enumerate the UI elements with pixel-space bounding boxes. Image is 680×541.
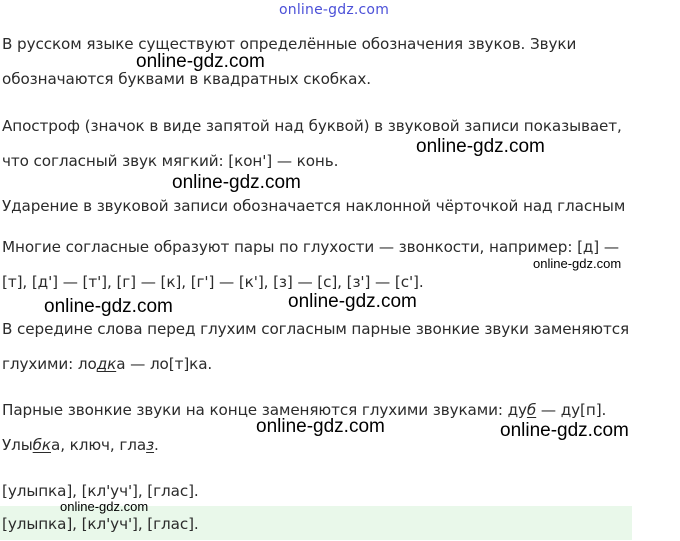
paragraph-line-8: В середине слова перед глухим согласным … [2,320,630,338]
watermark-8: online-gdz.com [500,420,629,441]
exercise-word1-b: а, ключ, гла [51,436,147,454]
paragraph-line-4: что согласный звук мягкий: [кон'] — конь… [2,152,339,170]
paragraph-line-1: В русском языке существуют определённые … [2,35,577,53]
exercise-word1-a: Улы [2,436,33,454]
paragraph-line-3: Апостроф (значок в виде запятой над букв… [2,117,622,135]
example-lodka-prefix: глухими: ло [2,355,97,373]
paragraph-line-7: [т], [д'] — [т'], [г] — [к], [г'] — [к']… [2,273,424,291]
watermark-7: online-gdz.com [256,416,385,437]
example-dub-underlined: б [526,401,537,419]
example-lodka-suffix: а — ло[т]ка. [116,355,213,373]
watermark-9: online-gdz.com [60,499,149,514]
watermark-1: online-gdz.com [136,51,265,72]
paragraph-line-6: Многие согласные образуют пары по глухос… [2,238,619,256]
example-dub-suffix: — ду[п]. [536,401,607,419]
answer-final: [улыпка], [кл'уч'], [глас]. [2,515,199,533]
watermark-3: online-gdz.com [172,172,301,193]
paragraph-line-5: Ударение в звуковой записи обозначается … [2,197,626,215]
exercise-words: Улыбка, ключ, глаз. [2,435,159,455]
exercise-word2-underlined: з [146,436,155,454]
example-lodka: глухими: лодка — ло[т]ка. [2,354,212,374]
watermark-top: online-gdz.com [279,2,390,18]
page: online-gdz.com В русском языке существую… [0,0,680,541]
watermark-5: online-gdz.com [288,291,417,312]
exercise-word1-underlined: бк [32,436,51,454]
exercise-word2-b: . [154,436,159,454]
watermark-4: online-gdz.com [533,256,622,271]
watermark-6: online-gdz.com [44,296,173,317]
example-lodka-underlined: дк [96,355,117,373]
watermark-2: online-gdz.com [416,136,545,157]
answer-draft: [улыпка], [кл'уч'], [глас]. [2,482,199,500]
